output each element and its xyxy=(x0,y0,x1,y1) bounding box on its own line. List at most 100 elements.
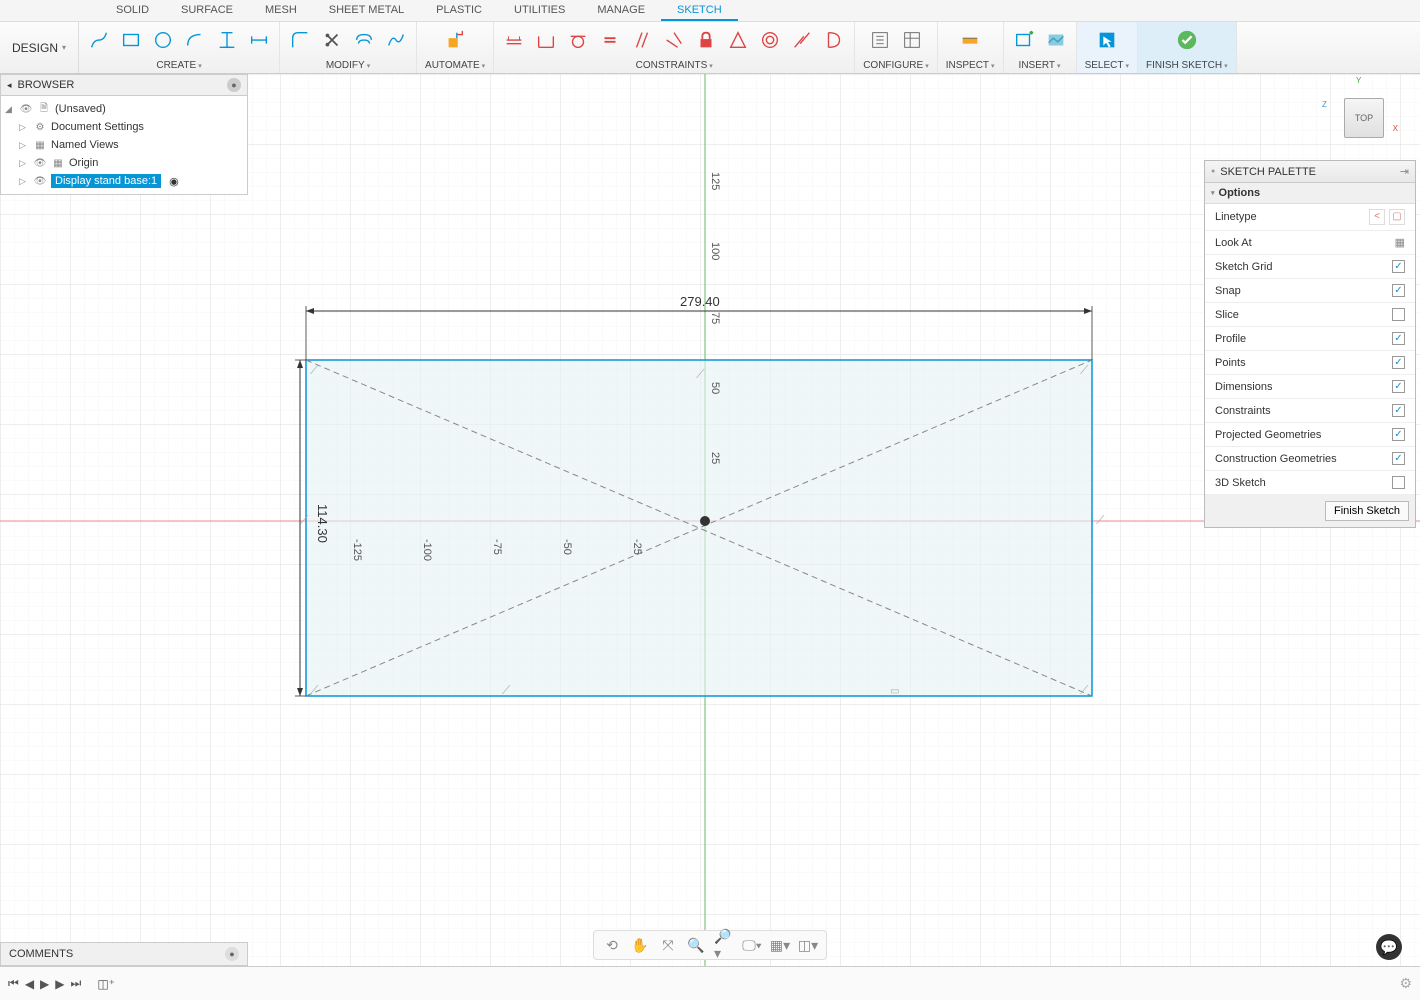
ribbon-label-create[interactable]: CREATE xyxy=(156,60,201,73)
checkbox[interactable] xyxy=(1392,428,1405,441)
checkbox[interactable] xyxy=(1392,380,1405,393)
tab-manage[interactable]: MANAGE xyxy=(581,0,661,21)
checkbox[interactable] xyxy=(1392,452,1405,465)
ribbon-label-modify[interactable]: MODIFY xyxy=(326,60,370,73)
timeline-prev-icon[interactable]: ◀ xyxy=(25,977,34,991)
fit-icon[interactable]: 🔍 xyxy=(686,935,706,955)
timeline-start-icon[interactable]: ⏮ xyxy=(8,976,19,991)
dim-height[interactable]: 114.30 xyxy=(315,504,330,543)
ribbon-label-finish[interactable]: FINISH SKETCH xyxy=(1146,60,1228,73)
linetype-left-icon[interactable]: < xyxy=(1369,209,1385,225)
view-cube-face[interactable]: TOP xyxy=(1344,98,1384,138)
palette-pin-icon[interactable]: ⇥ xyxy=(1400,165,1409,178)
orbit-icon[interactable]: ⟲ xyxy=(602,935,622,955)
tree-item-component[interactable]: ▷👁 Display stand base:1 ◉ xyxy=(1,172,247,190)
lookat-icon[interactable]: ▦ xyxy=(1395,236,1405,249)
tab-surface[interactable]: SURFACE xyxy=(165,0,249,21)
spline-tool-icon[interactable] xyxy=(384,28,408,52)
curvature-constraint-icon[interactable] xyxy=(822,28,846,52)
automate-icon[interactable] xyxy=(443,28,467,52)
ribbon-label-configure[interactable]: CONFIGURE xyxy=(863,60,929,73)
vertical-constraint-icon[interactable] xyxy=(534,28,558,52)
timeline-play-icon[interactable]: ▶ xyxy=(40,977,49,991)
palette-row-linetype[interactable]: Linetype<▢ xyxy=(1205,204,1415,231)
symmetry-constraint-icon[interactable] xyxy=(726,28,750,52)
palette-row-points[interactable]: Points xyxy=(1205,351,1415,375)
comments-collapse-icon[interactable]: ● xyxy=(225,947,239,961)
viewport-icon[interactable]: ◫▾ xyxy=(798,935,818,955)
checkbox[interactable] xyxy=(1392,404,1405,417)
lock-constraint-icon[interactable] xyxy=(694,28,718,52)
palette-row-construction-geometries[interactable]: Construction Geometries xyxy=(1205,447,1415,471)
timeline-end-icon[interactable]: ⏭ xyxy=(71,976,82,991)
help-bubble-icon[interactable]: 💬 xyxy=(1376,934,1402,960)
line-tool-icon[interactable] xyxy=(87,28,111,52)
tab-sheet-metal[interactable]: SHEET METAL xyxy=(313,0,420,21)
ribbon-label-constraints[interactable]: CONSTRAINTS xyxy=(636,60,713,73)
palette-header[interactable]: SKETCH PALETTE ⇥ xyxy=(1205,161,1415,183)
arc-tool-icon[interactable] xyxy=(183,28,207,52)
palette-row-constraints[interactable]: Constraints xyxy=(1205,399,1415,423)
change-params-icon[interactable] xyxy=(868,28,892,52)
timeline-next-icon[interactable]: ▶ xyxy=(55,977,64,991)
tree-item-document-settings[interactable]: ▷⚙ Document Settings xyxy=(1,118,247,136)
finish-sketch-icon[interactable] xyxy=(1175,28,1199,52)
palette-row-dimensions[interactable]: Dimensions xyxy=(1205,375,1415,399)
ribbon-label-automate[interactable]: AUTOMATE xyxy=(425,60,485,73)
collinear-constraint-icon[interactable] xyxy=(790,28,814,52)
settings-gear-icon[interactable]: ⚙ xyxy=(1399,975,1412,992)
timeline-sketch-icon[interactable]: ◫⁺ xyxy=(97,977,115,991)
insert-image-icon[interactable] xyxy=(1044,28,1068,52)
palette-row-slice[interactable]: Slice xyxy=(1205,303,1415,327)
checkbox[interactable] xyxy=(1392,476,1405,489)
insert-component-icon[interactable] xyxy=(1012,28,1036,52)
circle-tool-icon[interactable] xyxy=(151,28,175,52)
palette-row-projected-geometries[interactable]: Projected Geometries xyxy=(1205,423,1415,447)
tab-sketch[interactable]: SKETCH xyxy=(661,0,738,21)
checkbox[interactable] xyxy=(1392,308,1405,321)
text-tool-icon[interactable] xyxy=(215,28,239,52)
palette-options-header[interactable]: Options xyxy=(1205,183,1415,204)
design-menu[interactable]: DESIGN xyxy=(0,22,79,73)
perpendicular-constraint-icon[interactable] xyxy=(662,28,686,52)
fillet-tool-icon[interactable] xyxy=(288,28,312,52)
dimension-tool-icon[interactable] xyxy=(247,28,271,52)
finish-sketch-button[interactable]: Finish Sketch xyxy=(1325,501,1409,521)
offset-tool-icon[interactable] xyxy=(352,28,376,52)
tree-root[interactable]: ◢👁🗎 (Unsaved) xyxy=(1,100,247,118)
tab-mesh[interactable]: MESH xyxy=(249,0,313,21)
configure-table-icon[interactable] xyxy=(900,28,924,52)
tangent-constraint-icon[interactable] xyxy=(566,28,590,52)
horizontal-constraint-icon[interactable] xyxy=(502,28,526,52)
rectangle-tool-icon[interactable] xyxy=(119,28,143,52)
browser-collapse-icon[interactable]: ● xyxy=(227,78,241,92)
palette-row-look-at[interactable]: Look At▦ xyxy=(1205,231,1415,255)
checkbox[interactable] xyxy=(1392,332,1405,345)
linetype-right-icon[interactable]: ▢ xyxy=(1389,209,1405,225)
concentric-constraint-icon[interactable] xyxy=(758,28,782,52)
tree-item-origin[interactable]: ▷👁▦ Origin xyxy=(1,154,247,172)
tab-utilities[interactable]: UTILITIES xyxy=(498,0,581,21)
tree-item-named-views[interactable]: ▷▦ Named Views xyxy=(1,136,247,154)
tab-plastic[interactable]: PLASTIC xyxy=(420,0,498,21)
inspect-icon[interactable] xyxy=(958,28,982,52)
browser-header[interactable]: BROWSER ● xyxy=(0,74,248,96)
zoom-icon[interactable]: ⤧ xyxy=(658,935,678,955)
comments-panel[interactable]: COMMENTS ● xyxy=(0,942,248,966)
checkbox[interactable] xyxy=(1392,284,1405,297)
palette-row-3d-sketch[interactable]: 3D Sketch xyxy=(1205,471,1415,495)
checkbox[interactable] xyxy=(1392,356,1405,369)
equal-constraint-icon[interactable] xyxy=(598,28,622,52)
palette-row-sketch-grid[interactable]: Sketch Grid xyxy=(1205,255,1415,279)
grid-settings-icon[interactable]: ▦▾ xyxy=(770,935,790,955)
ribbon-label-select[interactable]: SELECT xyxy=(1085,60,1129,73)
tab-solid[interactable]: SOLID xyxy=(100,0,165,21)
palette-row-snap[interactable]: Snap xyxy=(1205,279,1415,303)
dim-width[interactable]: 279.40 xyxy=(680,294,720,309)
ribbon-label-inspect[interactable]: INSPECT xyxy=(946,60,995,73)
display-settings-icon[interactable]: 🖵▾ xyxy=(742,935,762,955)
trim-tool-icon[interactable] xyxy=(320,28,344,52)
pan-icon[interactable]: ✋ xyxy=(630,935,650,955)
view-cube[interactable]: TOP X Y Z xyxy=(1328,82,1392,146)
ribbon-label-insert[interactable]: INSERT xyxy=(1019,60,1061,73)
